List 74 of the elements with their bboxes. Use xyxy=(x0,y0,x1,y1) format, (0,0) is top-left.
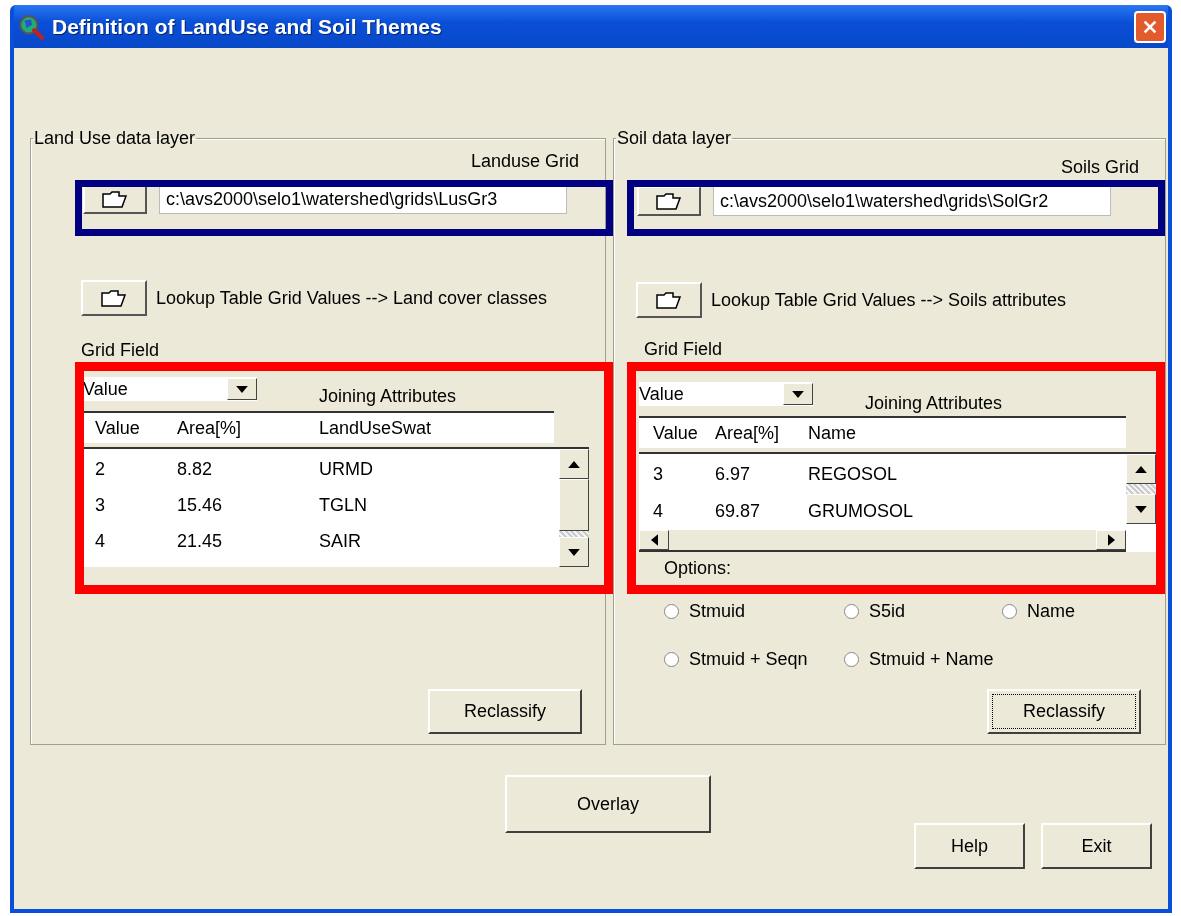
folder-icon xyxy=(101,189,129,209)
help-button[interactable]: Help xyxy=(914,823,1026,869)
table-row[interactable]: 3 15.46 TGLN xyxy=(83,487,559,523)
folder-icon xyxy=(655,290,683,310)
table-cell-text: 69.87 xyxy=(715,501,762,522)
exit-button[interactable]: Exit xyxy=(1041,823,1152,869)
table-cell-text: 15.46 xyxy=(177,494,224,516)
reclassify-button[interactable]: Reclassify xyxy=(428,689,582,734)
table-row[interactable]: 4 21.45 SAIR xyxy=(83,523,559,559)
grid-field-dropdown[interactable]: Value xyxy=(639,382,813,406)
scroll-track[interactable] xyxy=(1126,484,1156,494)
browse-button[interactable] xyxy=(81,280,147,316)
dropdown-arrow-icon xyxy=(792,390,804,398)
down-arrow-icon xyxy=(1135,505,1147,513)
radio-option[interactable]: Stmuid xyxy=(664,601,844,622)
radio-option[interactable]: Stmuid + Name xyxy=(844,649,1002,670)
window-title: Definition of LandUse and Soil Themes xyxy=(52,14,442,39)
globe-magnifier-icon xyxy=(18,13,44,40)
grid-label: Landuse Grid xyxy=(470,151,579,172)
reclassify-button[interactable]: Reclassify xyxy=(987,689,1141,734)
lookup-label: Lookup Table Grid Values --> Soils attributes xyxy=(711,289,1067,311)
table-row[interactable]: 3 6.97 REGOSOL xyxy=(639,456,1126,493)
column-header[interactable]: Name xyxy=(808,422,1126,444)
radio-option[interactable]: Stmuid + Seqn xyxy=(664,649,844,670)
lookup-label: Lookup Table Grid Values --> Land cover classes xyxy=(156,287,548,309)
table-row[interactable]: 4 69.87 GRUMOSOL xyxy=(639,493,1126,530)
options-label: Options: xyxy=(664,558,732,579)
joining-attributes-label: Joining Attributes xyxy=(865,393,1003,414)
folder-icon xyxy=(655,191,683,211)
down-arrow-icon xyxy=(568,548,580,556)
vertical-scrollbar[interactable] xyxy=(1126,454,1156,524)
overlay-button[interactable]: Overlay xyxy=(505,775,712,833)
close-button[interactable] xyxy=(1134,10,1166,43)
table-cell-text: 8.82 xyxy=(177,458,214,480)
grid-label: Soils Grid xyxy=(1060,157,1139,178)
horizontal-scrollbar[interactable] xyxy=(639,530,1126,552)
table-cell-text: SAIR xyxy=(319,530,362,552)
table-cell-text: 4 xyxy=(652,501,664,522)
scroll-track[interactable] xyxy=(559,531,589,537)
table-cell-text: TGLN xyxy=(319,494,368,516)
table-cell-text: 6.97 xyxy=(715,464,752,485)
scroll-thumb[interactable] xyxy=(559,479,589,531)
grid-field-label: Grid Field xyxy=(81,340,160,360)
browse-button[interactable] xyxy=(637,186,701,216)
vertical-scrollbar[interactable] xyxy=(559,449,589,567)
column-header[interactable]: Value xyxy=(83,417,177,439)
table-cell-text: 2 xyxy=(94,458,106,480)
path-field[interactable]: c:\avs2000\selo1\watershed\grids\SolGr2 xyxy=(713,186,1111,216)
table-cell-text: 21.45 xyxy=(177,530,224,552)
grid-field-label: Grid Field xyxy=(644,339,723,359)
folder-icon xyxy=(100,288,128,308)
left-arrow-icon xyxy=(650,534,658,546)
table-row[interactable]: 2 8.82 URMD xyxy=(83,451,559,487)
group-legend: Land Use data layer xyxy=(33,128,197,149)
column-header[interactable]: LandUseSwat xyxy=(319,417,554,439)
table-cell-text: URMD xyxy=(319,458,374,480)
right-arrow-icon xyxy=(1107,534,1115,546)
column-header[interactable]: Area[%] xyxy=(715,422,808,444)
radio-option[interactable]: S5id xyxy=(844,601,1002,622)
up-arrow-icon xyxy=(1135,465,1147,473)
column-header[interactable]: Value xyxy=(639,422,715,444)
dropdown-arrow-icon xyxy=(236,385,248,393)
table-cell-text: 3 xyxy=(652,464,664,485)
table-cell-text: REGOSOL xyxy=(808,464,899,485)
table-cell-text: GRUMOSOL xyxy=(808,501,914,522)
joining-attributes-label: Joining Attributes xyxy=(319,386,457,407)
group-legend: Soil data layer xyxy=(616,128,733,149)
table-cell-text: 4 xyxy=(94,530,106,552)
table-cell-text: 3 xyxy=(94,494,106,516)
grid-field-dropdown[interactable]: Value xyxy=(83,377,257,401)
radio-option[interactable]: Name xyxy=(1002,601,1165,622)
browse-button[interactable] xyxy=(636,282,702,318)
up-arrow-icon xyxy=(568,460,580,468)
column-header[interactable]: Area[%] xyxy=(177,417,319,439)
